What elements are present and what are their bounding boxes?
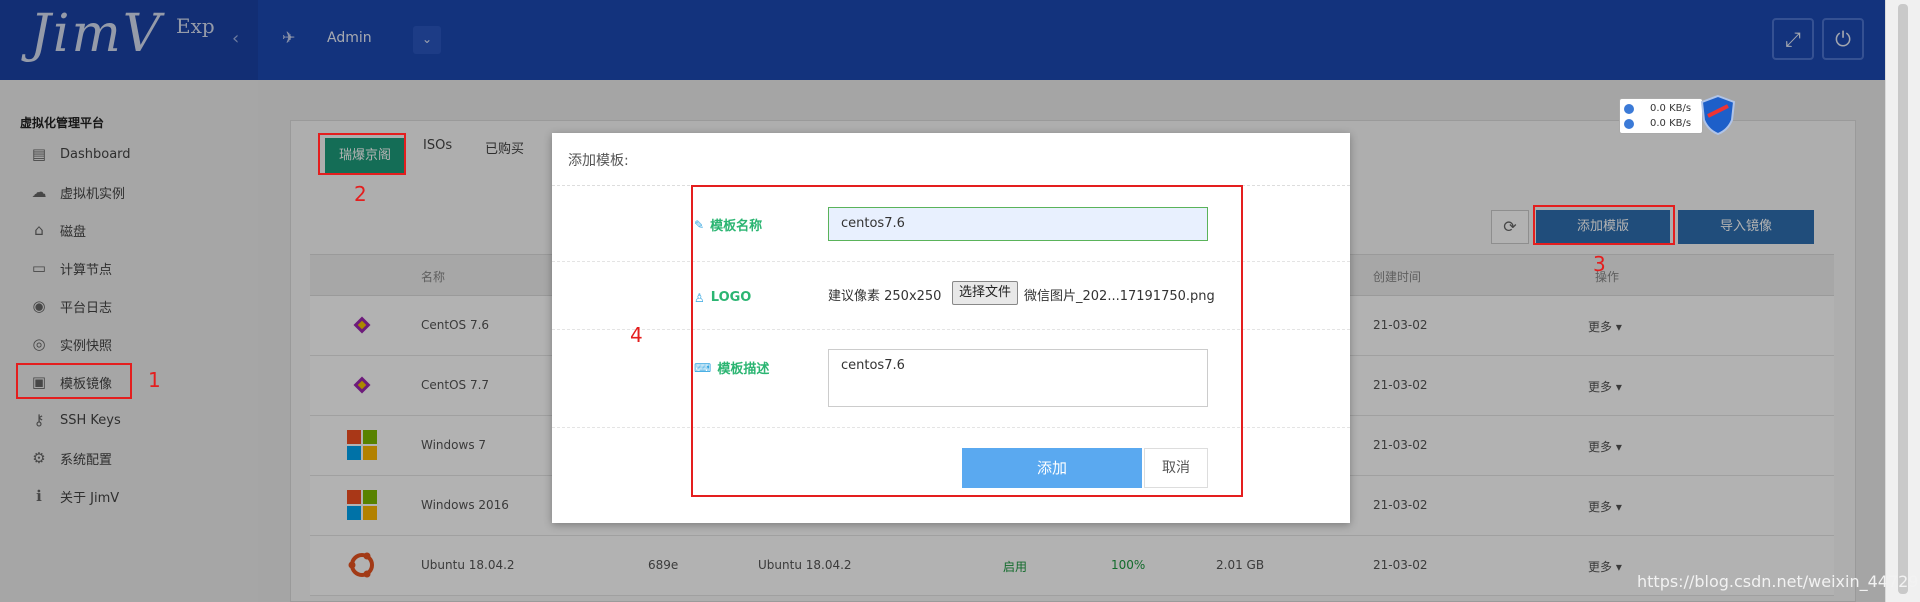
download-speed: 0.0 KB/s [1650, 118, 1692, 129]
scrollbar[interactable] [1885, 0, 1920, 602]
network-speed-widget: 0.0 KB/s 0.0 KB/s [1619, 98, 1703, 134]
upload-icon [1624, 103, 1634, 114]
annotation-number-2: 2 [354, 182, 367, 206]
annotation-number-4: 4 [630, 323, 643, 347]
scrollbar-thumb[interactable] [1898, 4, 1908, 594]
upload-speed: 0.0 KB/s [1650, 103, 1692, 114]
annotation-box-4 [691, 185, 1243, 497]
annotation-box-3 [1533, 205, 1675, 245]
annotation-box-1 [16, 363, 132, 399]
annotation-box-2 [318, 133, 406, 175]
watermark: https://blog.csdn.net/weixin_44729138 [1637, 572, 1920, 591]
annotation-number-1: 1 [148, 368, 161, 392]
download-icon [1624, 118, 1634, 129]
annotation-number-3: 3 [1593, 252, 1606, 276]
shield-icon[interactable] [1700, 94, 1736, 136]
modal-title: 添加模板: [568, 153, 629, 169]
